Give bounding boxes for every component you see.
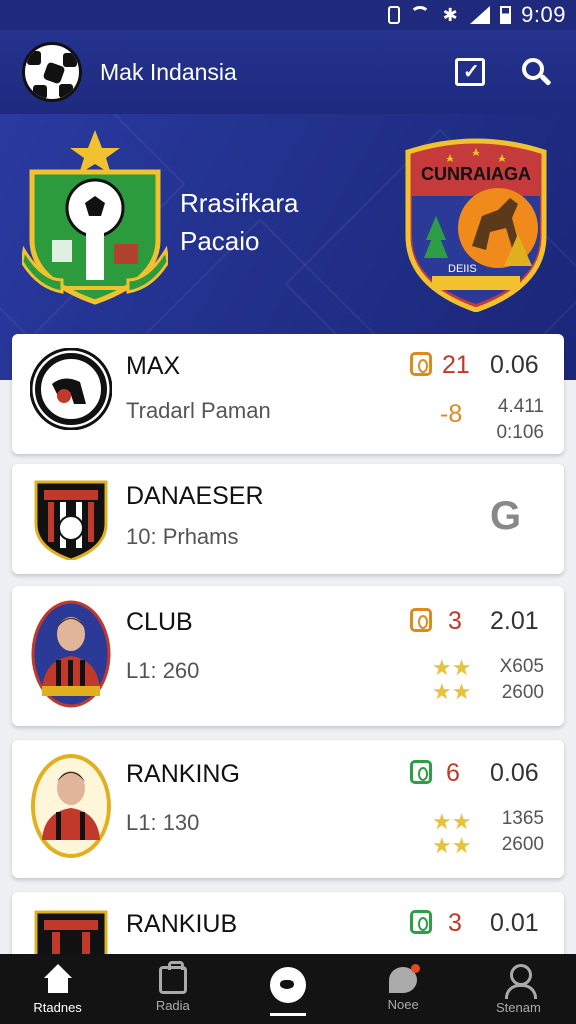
item-change: -8 [440,400,463,428]
item-stats: 1365 2600 [488,806,544,858]
nav-label: Rtadnes [33,999,82,1015]
hero-title-line2: Pacaio [180,226,260,256]
battery-icon [500,6,512,24]
home-icon [41,963,75,996]
search-button[interactable] [510,46,562,98]
rating-stars-icon: ★★ ★★ [432,655,472,704]
vibrate-icon [388,6,401,24]
home-team-crest-icon [22,130,168,305]
item-name: CLUB [126,608,193,636]
trophy-icon [410,760,432,784]
player-avatar [31,600,111,708]
active-indicator [270,1012,306,1016]
item-name: DANAESER [126,482,264,510]
status-time: 9:09 [521,2,566,27]
nav-item-chat[interactable]: Noee [346,954,461,1024]
trophy-icon [410,352,432,376]
item-rate: 0.01 [490,909,539,937]
item-count: 3 [448,909,462,937]
list-item[interactable]: CLUB L1: 260 3 2.01 ★★ ★★ X605 2600 [12,586,564,726]
nav-item-profile[interactable]: Stenam [461,954,576,1024]
user-icon [501,963,538,999]
status-bar: ✱ 9:09 [0,0,576,30]
item-subtitle: L1: 260 [126,658,200,683]
wifi-icon [410,6,431,24]
item-count: 3 [448,607,462,635]
soccer-ball-logo-icon [22,42,82,102]
nav-item-matches[interactable] [230,954,345,1024]
item-stat-2: 2600 [501,682,544,703]
item-name: RANKIUB [126,910,238,938]
nav-item-radia[interactable]: Radia [115,954,230,1024]
list-item[interactable]: MAX Tradarl Paman 21 0.06 -8 4.411 0:106 [12,334,564,454]
item-stat-2: 0:106 [496,422,544,443]
calendar-check-button[interactable] [444,46,496,98]
item-rate: 0.06 [490,351,539,379]
away-crest-text: CUNRAIAGA [421,164,531,184]
club-badge-icon [34,480,108,560]
bag-icon [158,960,187,994]
list-item[interactable]: RANKING L1: 130 6 0.06 ★★ ★★ 1365 2600 [12,740,564,878]
away-crest-subtext: DEIIS [448,263,477,275]
rating-stars-icon: ★★ ★★ [432,809,472,858]
item-stat-1: X605 [499,656,544,677]
app-bar: Mak Indansia [0,30,576,114]
calendar-check-icon [455,58,485,86]
item-name: MAX [126,352,181,380]
club-badge-icon [30,348,112,430]
chat-icon [389,963,421,993]
item-name: RANKING [126,760,240,788]
item-stat-1: 1365 [501,808,544,829]
item-count: 21 [442,351,470,379]
hero-title-line1: Rrasifkara [180,188,299,218]
list-item[interactable]: DANAESER 10: Prhams G [12,464,564,574]
search-icon [522,58,544,80]
ball-icon [270,966,306,1003]
refresh-icon[interactable]: G [490,494,521,539]
nav-label: Noee [387,996,419,1012]
item-stats: 4.411 0:106 [488,394,544,446]
signal-icon [470,6,491,24]
nav-item-home[interactable]: Rtadnes [0,954,115,1024]
bluetooth-icon: ✱ [442,5,458,25]
item-stats: X605 2600 [488,654,544,706]
away-team-crest-icon: CUNRAIAGA DEIIS [405,138,547,312]
hero-title: Rrasifkara Pacaio [180,184,298,260]
item-rate: 0.06 [490,759,539,787]
item-stat-2: 2600 [501,834,544,855]
item-count: 6 [446,759,460,787]
item-stat-1: 4.411 [497,396,544,417]
item-subtitle: 10: Prhams [126,524,239,549]
nav-label: Stenam [496,999,541,1015]
item-rate: 2.01 [490,607,539,635]
trophy-icon [410,910,432,934]
player-avatar [31,754,111,858]
item-subtitle: L1: 130 [126,810,200,835]
app-title: Mak Indansia [100,58,237,85]
trophy-icon [410,608,432,632]
item-subtitle: Tradarl Paman [126,398,271,423]
bottom-navigation: Rtadnes Radia Noee Stenam [0,954,576,1024]
nav-label: Radia [155,997,190,1013]
